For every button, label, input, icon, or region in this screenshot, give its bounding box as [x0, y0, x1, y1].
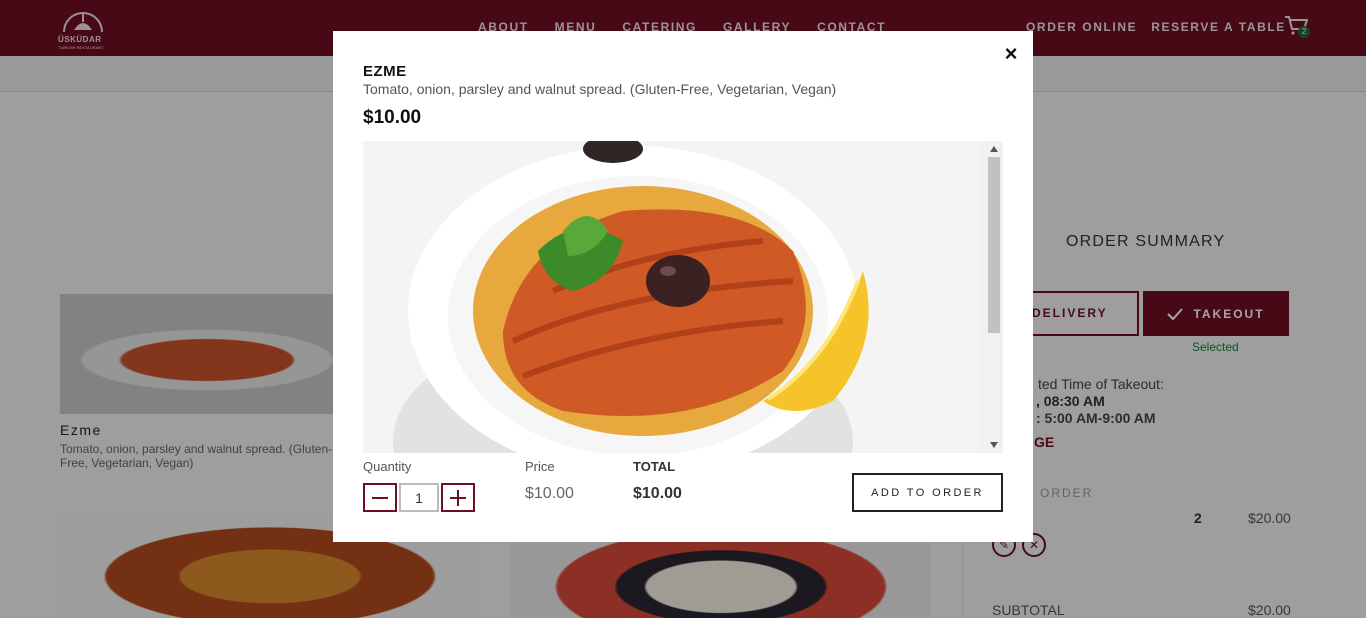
plus-icon [450, 489, 466, 506]
quantity-label: Quantity [363, 459, 412, 474]
modal-item-price: $10.00 [363, 107, 422, 128]
scroll-up-icon[interactable] [990, 146, 998, 152]
unit-price-value: $10.00 [525, 485, 574, 502]
modal-item-description: Tomato, onion, parsley and walnut spread… [363, 81, 837, 97]
ezme-dish-image [363, 141, 981, 453]
price-label: Price [525, 459, 555, 474]
item-image-scroll-area[interactable] [363, 141, 1003, 453]
modal-item-title: EZME [363, 63, 407, 80]
quantity-increment-button[interactable] [441, 483, 475, 512]
item-detail-modal: × EZME Tomato, onion, parsley and walnut… [333, 31, 1033, 542]
quantity-input[interactable] [399, 483, 439, 512]
add-to-order-button[interactable]: ADD TO ORDER [852, 473, 1003, 512]
image-scrollbar[interactable] [985, 141, 1003, 453]
quantity-decrement-button[interactable] [363, 483, 397, 512]
scrollbar-thumb[interactable] [988, 157, 1000, 333]
total-value: $10.00 [633, 485, 682, 502]
close-icon[interactable]: × [1000, 43, 1022, 65]
scroll-down-icon[interactable] [990, 442, 998, 448]
total-label: TOTAL [633, 459, 676, 474]
minus-icon [372, 496, 388, 499]
